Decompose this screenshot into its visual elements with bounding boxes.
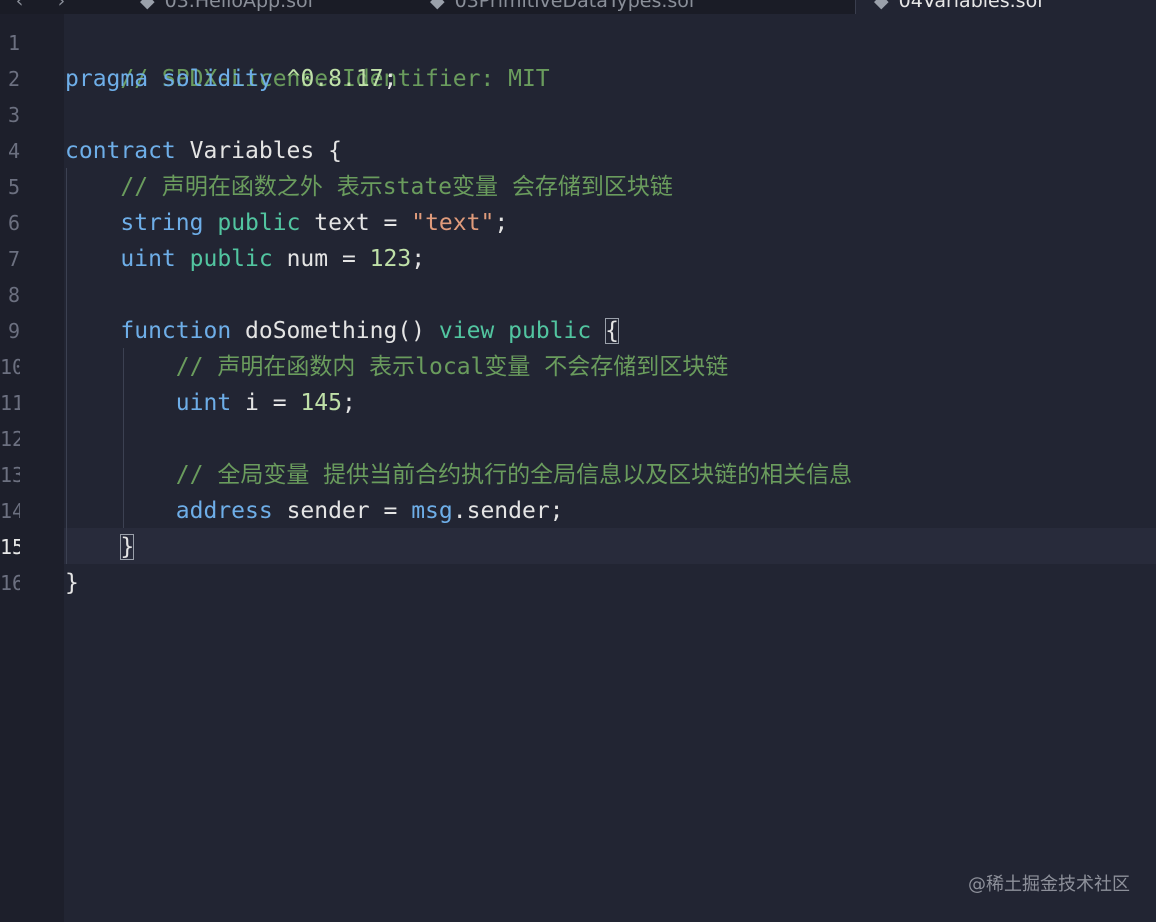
contract-name: Variables { <box>175 138 342 164</box>
keyword-pragma: pragma <box>65 66 149 92</box>
code-line-7[interactable]: uint public num = 123; <box>65 241 425 277</box>
line-number: 3 <box>7 103 20 127</box>
tab-variables[interactable]: ◆ 04Variables.sol <box>855 0 1156 14</box>
declaration: i = <box>231 390 301 416</box>
matched-brace-open: { <box>605 318 619 344</box>
code-line-4[interactable]: contract Variables { <box>65 133 342 169</box>
keyword-contract: contract <box>65 138 176 164</box>
semicolon: ; <box>411 246 426 272</box>
line-number: 9 <box>7 319 20 343</box>
solidity-file-icon: ◆ <box>140 0 155 12</box>
version-literal: ^0.8.17 <box>286 66 384 92</box>
function-name: doSomething() <box>231 318 439 344</box>
number-literal: 123 <box>369 246 412 272</box>
visibility-public: public <box>217 210 301 236</box>
type-uint: uint <box>175 390 232 416</box>
comment: // 全局变量 提供当前合约执行的全局信息以及区块链的相关信息 <box>175 462 853 488</box>
keyword-function: function <box>120 318 232 344</box>
code-line-14[interactable]: address sender = msg.sender; <box>65 493 564 529</box>
line-number: 10 <box>0 355 20 379</box>
code-line-5[interactable]: // 声明在函数之外 表示state变量 会存储到区块链 <box>65 169 673 205</box>
solidity-file-icon: ◆ <box>430 0 445 12</box>
closing-brace: } <box>65 570 79 596</box>
code-line-2[interactable]: pragma solidity ^0.8.17; <box>65 61 397 97</box>
line-number: 12 <box>0 427 20 451</box>
tab-hello-app[interactable]: ◆ 03.HelloApp.sol <box>140 0 313 14</box>
code-line-6[interactable]: string public text = "text"; <box>65 205 508 241</box>
declaration: sender = <box>272 498 412 524</box>
line-number: 1 <box>7 31 20 55</box>
editor-tab-bar: ‹› ◆ 03.HelloApp.sol ◆ 03PrimitiveDataType… <box>0 0 1156 14</box>
member-access: .sender; <box>452 498 564 524</box>
line-number: 13 <box>0 463 20 487</box>
comment: // 声明在函数之外 表示state变量 会存储到区块链 <box>120 174 673 200</box>
code-line-13[interactable]: // 全局变量 提供当前合约执行的全局信息以及区块链的相关信息 <box>65 457 852 493</box>
modifier-view: view <box>438 318 495 344</box>
code-line-9[interactable]: function doSomething() view public { <box>65 313 619 349</box>
solidity-file-icon: ◆ <box>874 0 889 12</box>
type-address: address <box>175 498 273 524</box>
line-number: 16 <box>0 571 20 595</box>
keyword-solidity: solidity <box>161 66 273 92</box>
line-number: 5 <box>7 175 20 199</box>
current-line-highlight <box>64 528 1156 564</box>
type-uint: uint <box>120 246 176 272</box>
declaration: text = <box>300 210 412 236</box>
nav-arrows-icon[interactable]: ‹› <box>14 0 97 14</box>
line-number: 8 <box>7 283 20 307</box>
semicolon: ; <box>341 390 356 416</box>
code-line-15[interactable]: } <box>65 529 135 565</box>
string-literal: "text" <box>411 210 495 236</box>
number-literal: 145 <box>300 390 342 416</box>
tab-primitive-data-types[interactable]: ◆ 03PrimitiveDataTypes.sol <box>430 0 694 14</box>
semicolon: ; <box>494 210 509 236</box>
line-number: 11 <box>0 391 20 415</box>
type-string: string <box>120 210 204 236</box>
code-line-16[interactable]: } <box>65 565 79 601</box>
line-number: 6 <box>7 211 20 235</box>
declaration: num = <box>272 246 370 272</box>
line-number-active: 15 <box>0 535 20 559</box>
visibility-public: public <box>508 318 592 344</box>
line-number: 4 <box>7 139 20 163</box>
comment: // 声明在函数内 表示local变量 不会存储到区块链 <box>175 354 729 380</box>
code-line-10[interactable]: // 声明在函数内 表示local变量 不会存储到区块链 <box>65 349 728 385</box>
code-line-1[interactable]: // SPDX-License-Identifier: MIT <box>65 25 549 92</box>
global-msg: msg <box>411 498 453 524</box>
line-number: 2 <box>7 67 20 91</box>
line-number: 14 <box>0 499 20 523</box>
semicolon: ; <box>383 66 398 92</box>
line-number: 7 <box>7 247 20 271</box>
watermark: @稀土掘金技术社区 <box>968 874 1130 895</box>
matched-brace-close: } <box>120 534 135 560</box>
visibility-public: public <box>189 246 273 272</box>
code-line-11[interactable]: uint i = 145; <box>65 385 356 421</box>
